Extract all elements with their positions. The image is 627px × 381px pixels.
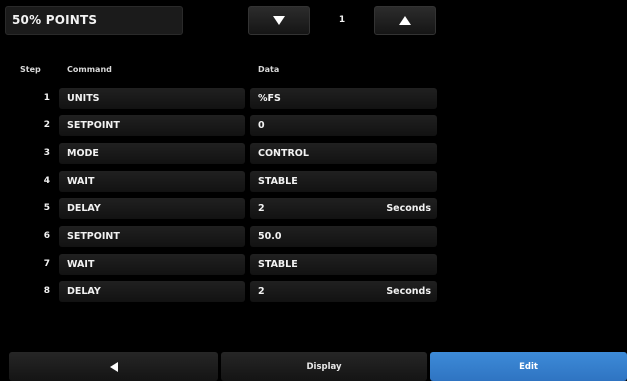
- command-cell[interactable]: SETPOINT: [59, 226, 245, 247]
- back-button[interactable]: [9, 352, 218, 381]
- data-cell[interactable]: STABLE: [250, 254, 437, 275]
- table-row: 2 SETPOINT 0: [0, 114, 443, 136]
- step-number: 1: [43, 93, 50, 103]
- command-cell[interactable]: DELAY: [59, 281, 245, 302]
- data-value: STABLE: [258, 176, 298, 187]
- display-button[interactable]: Display: [221, 352, 427, 381]
- step-number: 2: [43, 120, 50, 130]
- step-number: 6: [43, 231, 50, 241]
- column-header-command: Command: [67, 65, 112, 74]
- step-number: 7: [43, 259, 50, 269]
- table-row: 8 DELAY 2 Seconds: [0, 280, 443, 302]
- command-cell[interactable]: UNITS: [59, 88, 245, 109]
- table-row: 7 WAIT STABLE: [0, 253, 443, 275]
- data-cell[interactable]: CONTROL: [250, 143, 437, 164]
- data-value: 0: [258, 120, 265, 131]
- next-page-button[interactable]: [374, 6, 436, 35]
- command-cell[interactable]: DELAY: [59, 198, 245, 219]
- data-cell[interactable]: %FS: [250, 88, 437, 109]
- data-value: %FS: [258, 93, 281, 104]
- table-row: 5 DELAY 2 Seconds: [0, 197, 443, 219]
- right-panel: [443, 0, 627, 352]
- command-cell[interactable]: MODE: [59, 143, 245, 164]
- program-screen: 50% POINTS 1 Step Command Data 1 UNITS %…: [0, 0, 627, 381]
- column-header-step: Step: [20, 65, 41, 74]
- data-unit: Seconds: [386, 203, 431, 214]
- data-cell[interactable]: 2 Seconds: [250, 281, 437, 302]
- edit-button[interactable]: Edit: [430, 352, 627, 381]
- table-row: 3 MODE CONTROL: [0, 142, 443, 164]
- data-value: 2: [258, 203, 265, 214]
- column-header-data: Data: [258, 65, 280, 74]
- data-cell[interactable]: 0: [250, 115, 437, 136]
- step-number: 8: [43, 286, 50, 296]
- footer-bar: Display Edit: [0, 352, 627, 381]
- previous-page-button[interactable]: [248, 6, 310, 35]
- triangle-left-icon: [109, 361, 118, 372]
- data-cell[interactable]: 2 Seconds: [250, 198, 437, 219]
- command-cell[interactable]: WAIT: [59, 254, 245, 275]
- data-value: 50.0: [258, 231, 282, 242]
- step-number: 5: [43, 203, 50, 213]
- step-number: 4: [43, 176, 50, 186]
- table-row: 6 SETPOINT 50.0: [0, 225, 443, 247]
- table-row: 1 UNITS %FS: [0, 87, 443, 109]
- page-number: 1: [338, 15, 346, 25]
- triangle-down-icon: [273, 16, 285, 25]
- data-cell[interactable]: 50.0: [250, 226, 437, 247]
- triangle-up-icon: [399, 16, 411, 25]
- program-title[interactable]: 50% POINTS: [5, 6, 183, 35]
- command-cell[interactable]: WAIT: [59, 171, 245, 192]
- step-number: 3: [43, 148, 50, 158]
- command-cell[interactable]: SETPOINT: [59, 115, 245, 136]
- data-value: 2: [258, 286, 265, 297]
- data-value: STABLE: [258, 259, 298, 270]
- table-row: 4 WAIT STABLE: [0, 170, 443, 192]
- data-unit: Seconds: [386, 286, 431, 297]
- data-value: CONTROL: [258, 148, 309, 159]
- data-cell[interactable]: STABLE: [250, 171, 437, 192]
